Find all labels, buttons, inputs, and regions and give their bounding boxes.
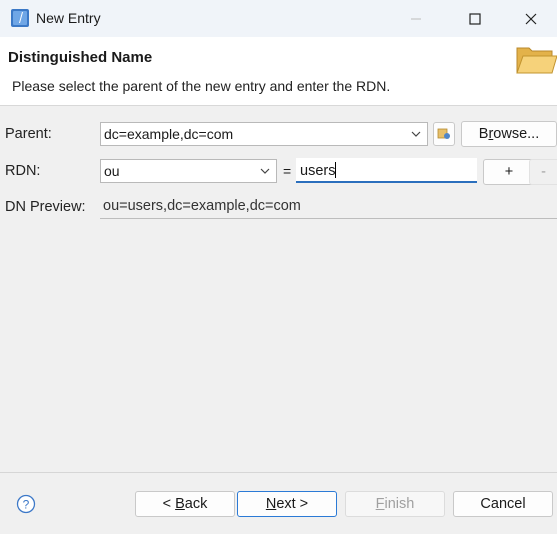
next-label: Next >: [265, 496, 309, 512]
dn-preview-label: DN Preview:: [5, 199, 86, 215]
chevron-down-icon: [411, 131, 421, 137]
remove-rdn-label: -: [541, 164, 546, 180]
finish-label: Finish: [375, 496, 415, 512]
rdn-value: users: [300, 163, 336, 179]
add-rdn-label: +: [504, 164, 514, 180]
help-icon[interactable]: ?: [16, 494, 36, 514]
add-rdn-button[interactable]: +: [483, 159, 535, 185]
browse-label: Browse...: [478, 126, 540, 142]
next-button[interactable]: Next >: [237, 491, 337, 517]
page-description: Please select the parent of the new entr…: [12, 78, 391, 94]
rdn-attribute-combo[interactable]: ou: [100, 159, 277, 183]
wizard-header: Distinguished Name Please select the par…: [0, 37, 557, 106]
back-button[interactable]: < Back: [135, 491, 235, 517]
equals-sign: =: [283, 163, 292, 179]
title-bar: New Entry: [0, 0, 557, 38]
finish-button[interactable]: Finish: [345, 491, 445, 517]
rdn-value-input[interactable]: users: [296, 158, 477, 183]
ldap-tree-icon: [437, 128, 450, 139]
maximize-button[interactable]: [446, 0, 504, 37]
dn-preview-value: ou=users,dc=example,dc=com: [103, 198, 301, 214]
page-title: Distinguished Name: [8, 49, 153, 66]
rdn-label: RDN:: [5, 163, 41, 179]
ldap-entry-icon: [11, 9, 29, 27]
minimize-button[interactable]: [387, 0, 445, 37]
footer-separator: [0, 472, 557, 473]
svg-text:?: ?: [23, 498, 30, 512]
folder-icon: [516, 47, 557, 74]
parent-label: Parent:: [5, 126, 52, 142]
parent-value: dc=example,dc=com: [104, 126, 234, 142]
close-icon: [525, 13, 537, 24]
rdn-attribute-value: ou: [104, 163, 120, 179]
dn-preview-field: ou=users,dc=example,dc=com: [100, 195, 557, 219]
chevron-down-icon: [260, 168, 270, 174]
back-label: < Back: [162, 496, 208, 512]
maximize-icon: [469, 12, 481, 25]
browse-button[interactable]: Browse...: [461, 121, 557, 147]
remove-rdn-button[interactable]: -: [529, 159, 557, 185]
parent-combo[interactable]: dc=example,dc=com: [100, 122, 428, 146]
parent-history-button[interactable]: [433, 122, 455, 146]
text-caret: [335, 162, 337, 178]
window-title: New Entry: [36, 10, 101, 26]
close-button[interactable]: [505, 0, 557, 37]
minimize-icon: [411, 18, 421, 19]
cancel-label: Cancel: [480, 496, 526, 512]
cancel-button[interactable]: Cancel: [453, 491, 553, 517]
